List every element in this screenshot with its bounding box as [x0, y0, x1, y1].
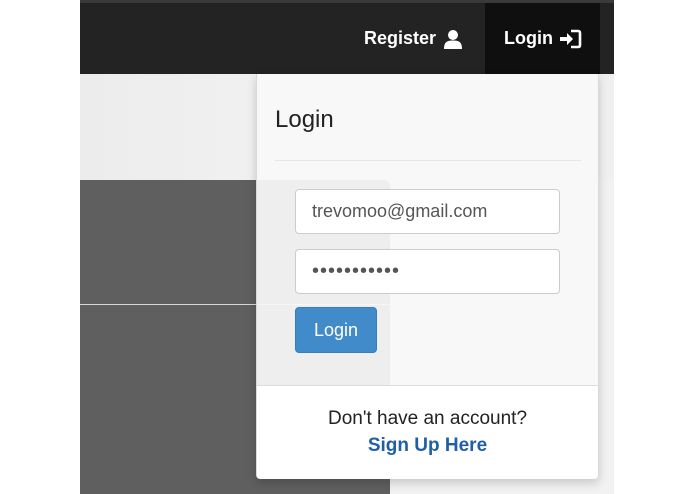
login-submit-button[interactable]: Login [295, 307, 377, 353]
user-icon [443, 29, 463, 49]
register-nav-link[interactable]: Register [364, 3, 463, 74]
page-viewport: Register Login Login Login [80, 0, 614, 494]
password-input[interactable] [295, 249, 560, 294]
login-nav-link[interactable]: Login [485, 3, 600, 74]
login-dropdown-footer: Don't have an account? Sign Up Here [257, 385, 598, 479]
no-account-text: Don't have an account? [327, 408, 528, 429]
login-dropdown-divider [275, 160, 581, 161]
top-navbar: Register Login [80, 0, 614, 74]
login-dropdown-title: Login [275, 106, 334, 133]
email-input[interactable] [295, 189, 560, 234]
login-label: Login [504, 28, 553, 48]
sign-in-icon [559, 29, 582, 49]
login-dropdown: Login Login Don't have an account? Sign … [256, 74, 599, 479]
register-label: Register [364, 28, 437, 48]
sign-up-link[interactable]: Sign Up Here [257, 435, 598, 457]
